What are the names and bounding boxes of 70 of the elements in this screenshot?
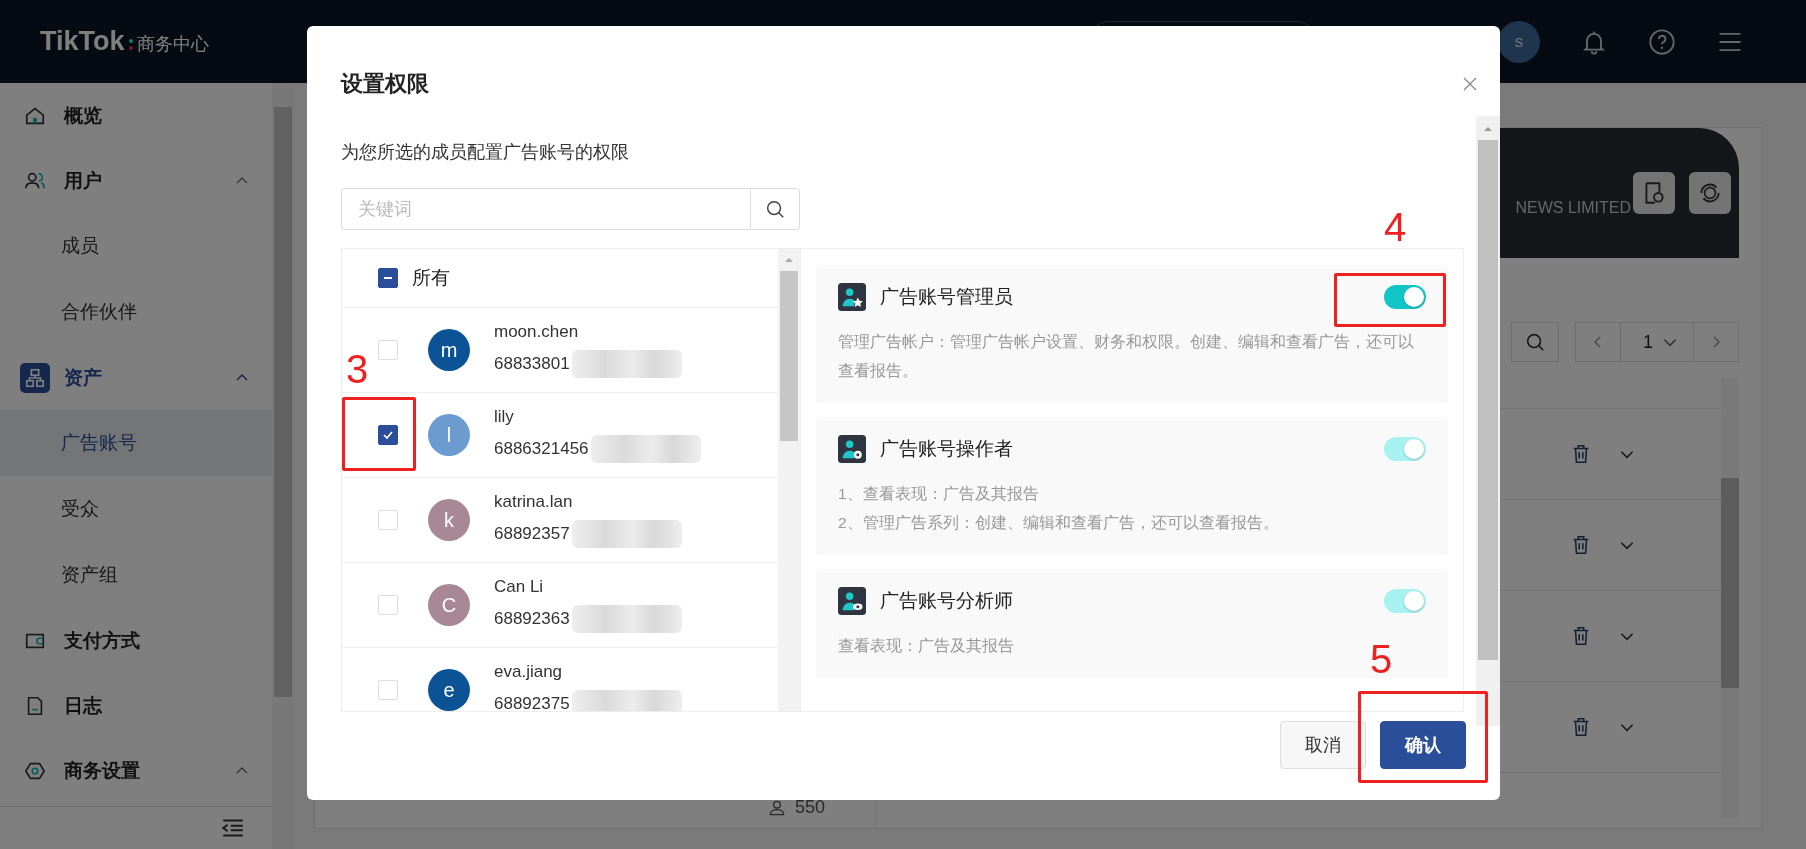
- scroll-up-icon[interactable]: [784, 257, 794, 263]
- member-id: 6886321456: [494, 439, 589, 459]
- keyword-input[interactable]: 关键词: [342, 189, 750, 229]
- select-all-label: 所有: [412, 266, 450, 290]
- role-description: 查看表现：广告及其报告: [838, 636, 1014, 656]
- sidebar-subitem[interactable]: 广告账号: [0, 410, 272, 476]
- sidebar-item[interactable]: 用户: [0, 148, 272, 213]
- member-name: Can Li: [494, 577, 545, 597]
- sidebar-item[interactable]: 资产: [0, 345, 272, 410]
- member-id: 68892363: [494, 609, 570, 629]
- logo-subtitle: 商务中心: [136, 32, 209, 56]
- annotation-number: 3: [346, 349, 369, 389]
- account-name: NEWS LIMITED: [1515, 199, 1631, 217]
- search-icon: [1524, 331, 1546, 353]
- sidebar-subitem[interactable]: 受众: [0, 476, 272, 542]
- scrollbar[interactable]: [1476, 116, 1500, 726]
- sidebar-item[interactable]: 概览: [0, 83, 272, 148]
- member-avatar: l: [428, 414, 470, 456]
- annotation-number: 4: [1384, 207, 1407, 247]
- sidebar-subitem[interactable]: 合作伙伴: [0, 279, 272, 345]
- keyword-field[interactable]: 关键词: [341, 188, 800, 230]
- dialog-title: 设置权限: [341, 70, 430, 98]
- member-name: moon.chen: [494, 322, 580, 342]
- member-id: 68833801: [494, 354, 570, 374]
- close-icon[interactable]: [1462, 76, 1478, 92]
- scrollbar[interactable]: [778, 249, 800, 711]
- role-title: 广告账号管理员: [880, 285, 1014, 309]
- sidebar-subitem[interactable]: 资产组: [0, 542, 272, 608]
- role-icon: [838, 283, 866, 311]
- search-button[interactable]: [1511, 322, 1559, 362]
- member-name: eva.jiang: [494, 662, 564, 682]
- select-all-checkbox[interactable]: [378, 268, 398, 288]
- member-name: lily: [494, 407, 515, 427]
- annotation-number: 5: [1370, 639, 1393, 679]
- search-icon: [764, 198, 786, 220]
- role-description: 管理广告帐户：管理广告帐户设置、财务和权限。创建、编辑和查看广告，还可以查看报告。: [838, 332, 1415, 381]
- role-description: 2、管理广告系列：创建、编辑和查看广告，还可以查看报告。: [838, 513, 1279, 533]
- member-avatar: k: [428, 499, 470, 541]
- role-icon: [838, 587, 866, 615]
- role-description: 1、查看表现：广告及其报告: [838, 484, 1039, 504]
- member-avatar: C: [428, 584, 470, 626]
- cancel-button[interactable]: 取消: [1280, 721, 1366, 769]
- member-avatar: e: [428, 669, 470, 711]
- confirm-button[interactable]: 确认: [1380, 721, 1466, 769]
- document-settings-button[interactable]: [1633, 172, 1675, 214]
- sidebar-item[interactable]: 日志: [0, 673, 272, 738]
- member-avatar: m: [428, 329, 470, 371]
- hierarchy-icon: [24, 366, 46, 389]
- minus-icon: [384, 277, 392, 279]
- toggle-switch[interactable]: [1384, 285, 1426, 309]
- role-title: 广告账号操作者: [880, 437, 1014, 461]
- dialog-description: 为您所选的成员配置广告账号的权限: [341, 141, 630, 164]
- scroll-up-icon[interactable]: [1483, 126, 1493, 132]
- member-name: katrina.lan: [494, 492, 574, 512]
- sidebar-item[interactable]: 支付方式: [0, 608, 272, 673]
- role-title: 广告账号分析师: [880, 589, 1014, 613]
- scrollbar[interactable]: [1721, 378, 1739, 818]
- help-icon[interactable]: [1648, 27, 1676, 56]
- member-id: 68892357: [494, 524, 570, 544]
- sidebar-subitem[interactable]: 成员: [0, 213, 272, 279]
- logo-text: TikTok: [40, 26, 125, 57]
- member-count: 550: [794, 797, 825, 818]
- member-id: 68892375: [494, 694, 570, 711]
- ad-refresh-button[interactable]: [1689, 172, 1731, 214]
- sidebar-item[interactable]: 商务设置: [0, 738, 272, 803]
- user-avatar[interactable]: s: [1498, 20, 1540, 63]
- page-select[interactable]: 1: [1620, 323, 1661, 361]
- logo-colon-icon: [128, 39, 133, 50]
- checkbox[interactable]: [378, 425, 398, 445]
- role-icon: [838, 435, 866, 463]
